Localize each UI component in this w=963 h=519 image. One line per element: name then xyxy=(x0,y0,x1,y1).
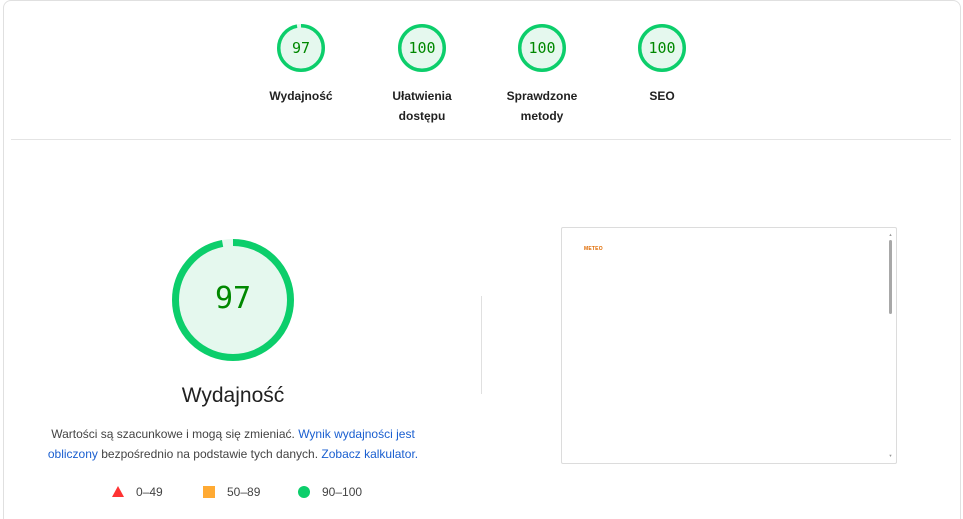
preview-scrollbar[interactable]: ▲ ▼ xyxy=(888,233,893,458)
gauge-seo[interactable]: 100 SEO xyxy=(602,24,722,106)
performance-gauge-large: 97 xyxy=(172,239,294,361)
gauge-score: 97 xyxy=(291,39,311,57)
vertical-divider xyxy=(481,296,482,394)
triangle-icon xyxy=(112,486,124,497)
gauge-label: Wydajność xyxy=(269,89,333,103)
gauge-score: 100 xyxy=(528,39,556,57)
gauge-accessibility[interactable]: 100 Ułatwienia dostępu xyxy=(362,24,482,126)
circle-icon xyxy=(298,486,310,498)
gauge-label: Ułatwienia dostępu xyxy=(392,89,452,123)
performance-title: Wydajność xyxy=(181,384,285,407)
legend-average-label: 50–89 xyxy=(227,485,261,499)
legend-pass-label: 90–100 xyxy=(322,485,363,499)
gauge-label: Sprawdzone metody xyxy=(506,89,578,123)
performance-description: Wartości są szacunkowe i mogą się zmieni… xyxy=(40,424,426,464)
description-text: Wartości są szacunkowe i mogą się zmieni… xyxy=(51,427,299,441)
gauge-best-practices[interactable]: 100 Sprawdzone metody xyxy=(482,24,602,126)
description-text: bezpośrednio na podstawie tych danych. xyxy=(97,447,322,461)
gauge-circle: 97 xyxy=(277,24,325,72)
gauge-label: SEO xyxy=(649,89,675,103)
gauge-score: 100 xyxy=(408,39,436,57)
gauge-score: 100 xyxy=(648,39,676,57)
calculator-link[interactable]: Zobacz kalkulator. xyxy=(321,447,418,461)
performance-score: 97 xyxy=(214,281,252,316)
score-legend: 0–49 50–89 90–100 xyxy=(0,483,480,501)
gauge-circle: 100 xyxy=(398,24,446,72)
gauge-circle: 100 xyxy=(638,24,686,72)
section-divider xyxy=(11,139,951,140)
gauge-circle: 100 xyxy=(518,24,566,72)
scroll-up-icon[interactable]: ▲ xyxy=(888,233,893,237)
square-icon xyxy=(203,486,215,498)
scroll-down-icon[interactable]: ▼ xyxy=(888,454,893,458)
category-gauges: 97 Wydajność 100 Ułatwienia dostępu 100 … xyxy=(0,24,963,134)
page-screenshot-preview[interactable]: METEO ▲ ▼ xyxy=(561,227,897,464)
gauge-performance[interactable]: 97 Wydajność xyxy=(241,24,361,106)
legend-fail-label: 0–49 xyxy=(136,485,163,499)
preview-logo: METEO xyxy=(584,246,603,252)
scroll-thumb[interactable] xyxy=(889,240,892,314)
